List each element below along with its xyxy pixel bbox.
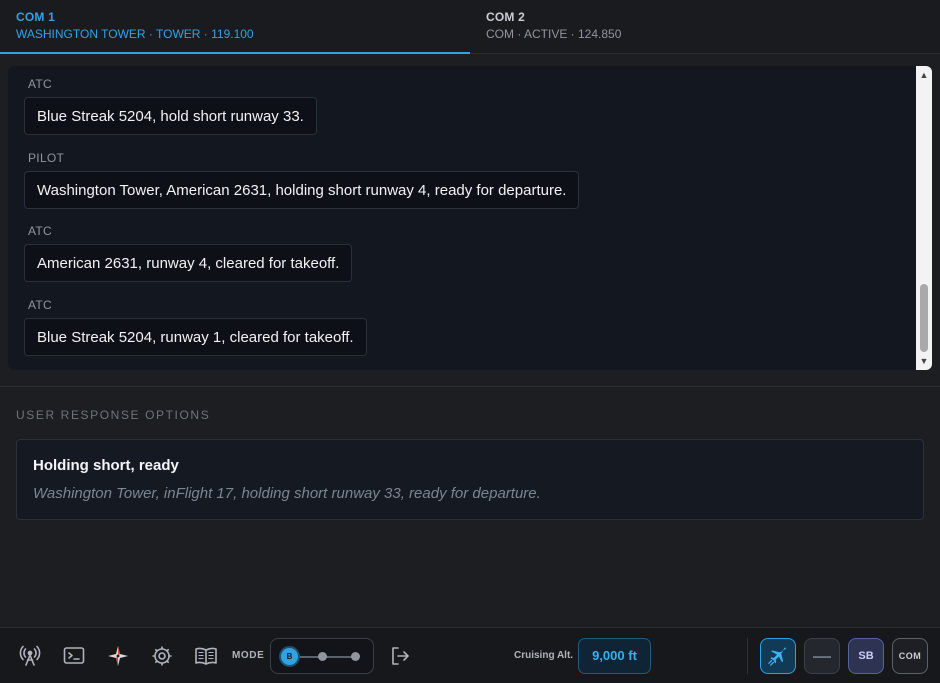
transcript-message: ATC Blue Streak 5204, runway 1, cleared … <box>24 298 367 356</box>
response-options-heading: USER RESPONSE OPTIONS <box>16 408 211 422</box>
sb-button[interactable]: SB <box>848 638 884 674</box>
minus-button[interactable]: — <box>804 638 840 674</box>
section-divider <box>0 386 940 387</box>
scroll-up-arrow-icon[interactable]: ▲ <box>916 68 932 82</box>
transcript-message: ATC Blue Streak 5204, hold short runway … <box>24 77 317 135</box>
message-bubble: Blue Streak 5204, runway 1, cleared for … <box>24 318 367 356</box>
tab-com2-title: COM 2 <box>486 10 526 24</box>
radio-tower-icon[interactable] <box>18 644 42 668</box>
tab-com1-title: COM 1 <box>16 10 56 24</box>
mode-stop[interactable] <box>318 652 327 661</box>
plane-icon <box>768 647 787 666</box>
tab-com2[interactable]: COM 2 COM · ACTIVE · 124.850 <box>470 0 940 54</box>
book-icon[interactable] <box>194 644 218 668</box>
mode-label: MODE <box>232 650 265 661</box>
mode-knob[interactable]: B <box>281 648 298 665</box>
message-bubble: Washington Tower, American 2631, holding… <box>24 171 580 209</box>
tab-com2-subtitle: COM · ACTIVE · 124.850 <box>486 27 622 41</box>
scroll-down-arrow-icon[interactable]: ▼ <box>916 354 932 368</box>
tab-com1-subtitle: WASHINGTON TOWER · TOWER · 119.100 <box>16 27 254 41</box>
cruising-alt-value[interactable]: 9,000 ft <box>578 638 651 674</box>
com-button[interactable]: COM <box>892 638 928 674</box>
transcript-scrollbar[interactable]: ▲ ▼ <box>916 66 932 370</box>
flight-mode-button[interactable] <box>760 638 796 674</box>
gear-icon[interactable] <box>150 644 174 668</box>
response-option-card[interactable]: Holding short, ready Washington Tower, i… <box>16 439 924 520</box>
mode-slider[interactable]: B <box>270 638 374 674</box>
toolbar-divider <box>747 638 748 674</box>
compass-star-icon[interactable] <box>106 644 130 668</box>
message-speaker: ATC <box>28 298 53 312</box>
terminal-icon[interactable] <box>62 644 86 668</box>
transcript-panel: ATC Blue Streak 5204, hold short runway … <box>8 66 932 370</box>
response-option-text: Washington Tower, inFlight 17, holding s… <box>33 485 541 502</box>
response-option-title: Holding short, ready <box>33 457 179 474</box>
exit-icon[interactable] <box>388 644 412 668</box>
transcript-message: PILOT Washington Tower, American 2631, h… <box>24 151 580 209</box>
tab-com1[interactable]: COM 1 WASHINGTON TOWER · TOWER · 119.100 <box>0 0 470 54</box>
message-speaker: ATC <box>28 77 53 91</box>
message-speaker: ATC <box>28 224 53 238</box>
message-speaker: PILOT <box>28 151 65 165</box>
message-bubble: American 2631, runway 4, cleared for tak… <box>24 244 353 282</box>
com-tabs: COM 1 WASHINGTON TOWER · TOWER · 119.100… <box>0 0 940 54</box>
message-bubble: Blue Streak 5204, hold short runway 33. <box>24 97 317 135</box>
cruising-alt-label: Cruising Alt. <box>514 650 574 661</box>
scroll-thumb[interactable] <box>920 284 928 352</box>
mode-stop[interactable] <box>351 652 360 661</box>
bottom-toolbar: MODE B Cruising Alt. 9,000 ft — SB COM <box>0 627 940 683</box>
transcript-message: ATC American 2631, runway 4, cleared for… <box>24 224 353 282</box>
